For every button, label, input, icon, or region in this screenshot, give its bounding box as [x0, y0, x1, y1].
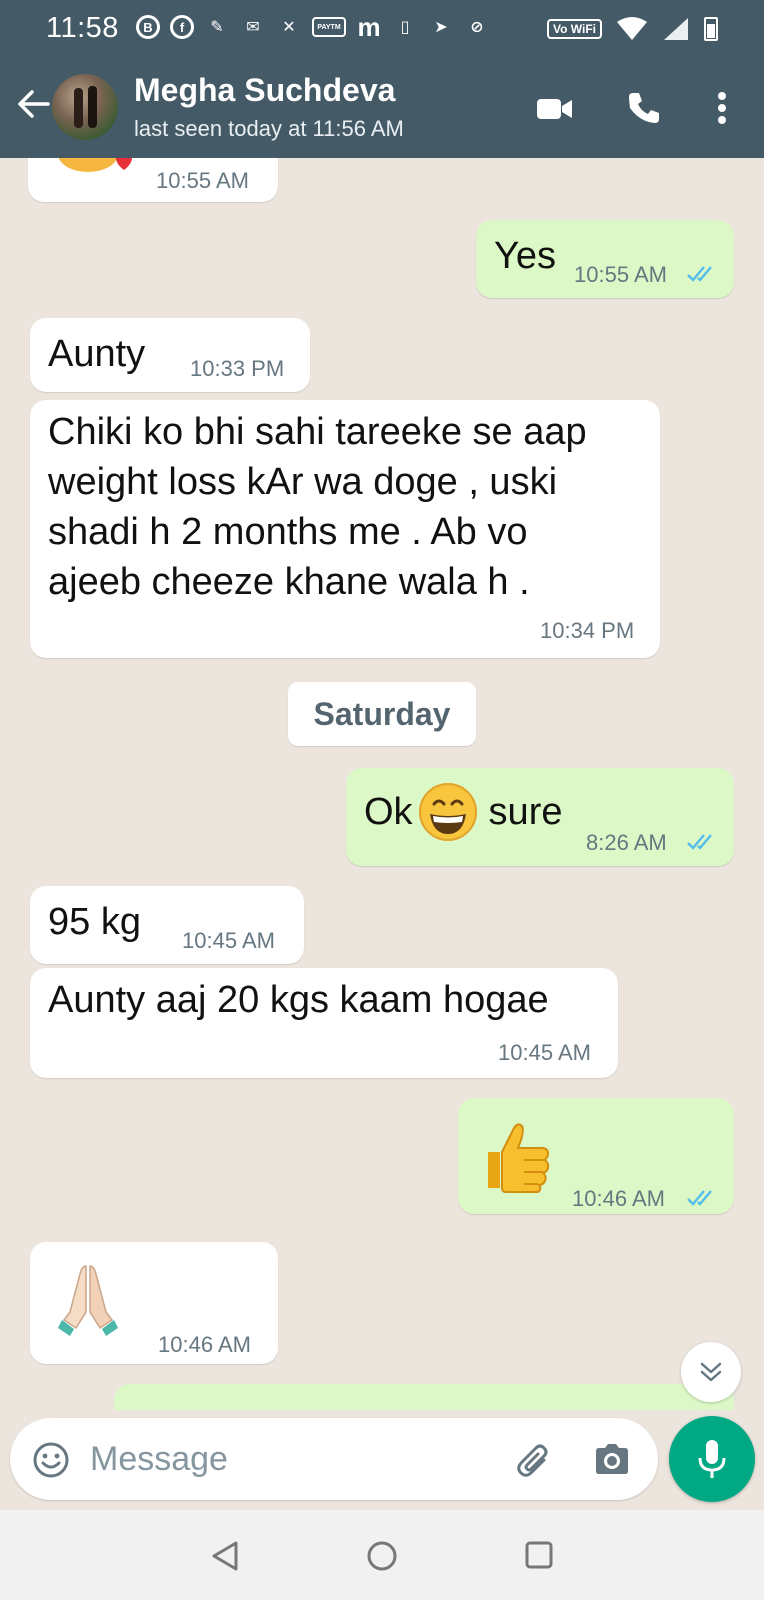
contact-avatar[interactable] [52, 74, 118, 140]
voice-call-icon[interactable] [624, 88, 664, 128]
nav-back-icon[interactable] [210, 1540, 240, 1572]
read-receipt-icon [687, 266, 712, 282]
message-time: 8:26 AM [586, 830, 667, 855]
date-divider: Saturday [288, 682, 476, 746]
double-chevron-down-icon [700, 1362, 722, 1382]
message-bubble-outgoing-partial[interactable] [114, 1384, 734, 1410]
message-bubble-incoming[interactable]: Aunty aaj 20 kgs kaam hogae 10:45 AM [30, 968, 618, 1078]
folded-hands-emoji [58, 1265, 118, 1336]
message-time: 10:45 AM [182, 928, 275, 953]
attach-icon[interactable] [514, 1440, 554, 1480]
battery-icon [704, 17, 718, 41]
facebook-icon: f [170, 15, 194, 39]
nav-recents-icon[interactable] [524, 1540, 554, 1570]
last-seen-status[interactable]: last seen today at 11:56 AM [134, 116, 404, 142]
pen-icon: ✎ [210, 19, 224, 36]
emoji-icon[interactable] [32, 1441, 70, 1479]
message-list[interactable]: 10:55 AM Yes 10:55 AM Aunty 10:33 PM Chi… [0, 158, 764, 1410]
message-composer [10, 1418, 658, 1500]
more-options-icon[interactable] [712, 88, 732, 128]
status-right: Vo WiFi [547, 16, 718, 42]
vowifi-badge: Vo WiFi [547, 19, 602, 39]
message-bubble-outgoing[interactable]: 10:46 AM [458, 1098, 734, 1214]
message-line: weight loss kAr wa doge , uski [48, 461, 558, 503]
telegram-icon: ➤ [434, 19, 448, 36]
sim-icon: ▯ [400, 19, 410, 36]
message-bubble-incoming[interactable]: 10:55 AM [28, 158, 278, 202]
status-bar: 11:58 B f ✎ ✉ ✕ PAYTM m ▯ ➤ ⊘ Vo WiFi [0, 0, 764, 58]
message-text: 95 kg [48, 901, 141, 943]
message-text: Aunty aaj 20 kgs kaam hogae [48, 979, 549, 1021]
status-time: 11:58 [46, 12, 119, 44]
message-time: 10:55 AM [574, 262, 667, 287]
message-text: Aunty [48, 333, 146, 375]
message-time: 10:55 AM [156, 168, 249, 193]
mail-icon: ✉ [246, 19, 260, 36]
video-call-icon[interactable] [534, 88, 576, 130]
message-input[interactable] [90, 1436, 510, 1482]
nav-home-icon[interactable] [366, 1540, 398, 1572]
paytm-icon: PAYTM [312, 17, 346, 37]
message-bubble-outgoing[interactable]: Ok sure 8:26 AM [346, 768, 734, 866]
camera-icon[interactable] [592, 1440, 632, 1478]
back-arrow-icon[interactable] [14, 84, 54, 124]
thumbs-up-emoji [488, 1123, 550, 1193]
message-time: 10:46 AM [158, 1332, 251, 1357]
wifi-icon [617, 17, 647, 40]
chat-header: Megha Suchdeva last seen today at 11:56 … [0, 62, 764, 158]
message-text: sure [478, 791, 563, 833]
message-bubble-outgoing[interactable]: Yes 10:55 AM [476, 220, 734, 298]
do-not-disturb-icon: ⊘ [470, 19, 484, 36]
read-receipt-icon [687, 1190, 712, 1206]
message-time: 10:33 PM [190, 356, 285, 381]
message-line: shadi h 2 months me . Ab vo [48, 511, 528, 553]
m-app-icon: m [357, 11, 381, 42]
message-time: 10:46 AM [572, 1186, 665, 1211]
message-text: Ok [364, 791, 413, 833]
message-bubble-incoming[interactable]: 95 kg 10:45 AM [30, 886, 304, 964]
top-bar: 11:58 B f ✎ ✉ ✕ PAYTM m ▯ ➤ ⊘ Vo WiFi Me… [0, 0, 764, 160]
message-bubble-incoming[interactable]: Chiki ko bhi sahi tareeke se aap weight … [30, 400, 660, 658]
message-bubble-incoming[interactable]: Aunty 10:33 PM [30, 318, 310, 392]
missed-call-icon: ✕ [282, 19, 296, 36]
message-time: 10:45 AM [498, 1040, 591, 1065]
microphone-icon [698, 1440, 726, 1478]
b-app-icon: B [136, 15, 160, 39]
grinning-face-emoji [419, 783, 477, 841]
contact-name[interactable]: Megha Suchdeva [134, 72, 395, 109]
message-bubble-incoming[interactable]: 10:46 AM [30, 1242, 278, 1364]
message-line: ajeeb cheeze khane wala h . [48, 561, 530, 603]
signal-icon [664, 18, 688, 40]
message-time: 10:34 PM [540, 618, 635, 643]
system-nav-bar [0, 1510, 764, 1600]
message-text: Yes [494, 235, 556, 277]
notification-icons: B f ✎ ✉ ✕ PAYTM m ▯ ➤ ⊘ [136, 11, 490, 42]
emoji-partial-icon [58, 158, 132, 172]
voice-message-button[interactable] [669, 1416, 755, 1502]
read-receipt-icon [687, 834, 712, 850]
scroll-to-bottom-button[interactable] [681, 1342, 741, 1402]
message-line: Chiki ko bhi sahi tareeke se aap [48, 411, 587, 453]
